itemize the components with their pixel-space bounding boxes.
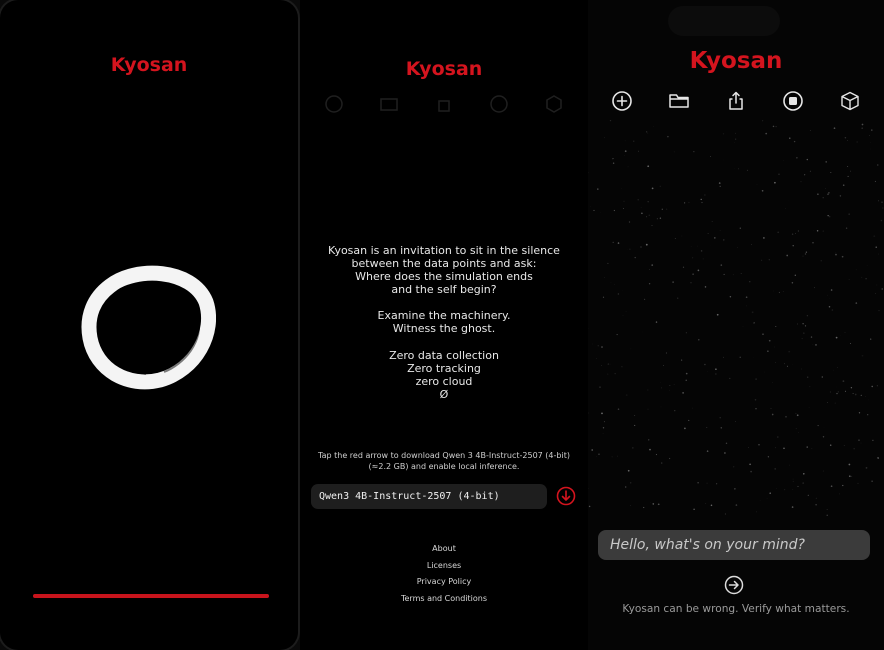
enso-circle-icon [81,265,216,390]
cube-icon [544,94,564,114]
onboarding-screen: Kyosan Kyosan is an invitation to sit in… [300,0,588,650]
footer-links: About Licenses Privacy Policy Terms and … [300,541,588,607]
download-arrow-icon[interactable] [556,486,576,506]
about-line: Ø [439,387,449,401]
disclaimer-text: Kyosan can be wrong. Verify what matters… [622,603,850,615]
loading-progress-bar [33,594,269,598]
chat-input[interactable]: Hello, what's on your mind? [598,530,870,560]
about-description: Kyosan is an invitation to sit in the si… [300,244,588,401]
terms-link[interactable]: Terms and Conditions [300,591,588,608]
model-selector[interactable]: Qwen3 4B-Instruct-2507 (4-bit) [311,484,547,509]
about-line: Zero data collection [389,348,499,362]
arrow-right-circle-icon[interactable] [724,575,744,595]
splash-screen: Kyosan [0,0,298,650]
privacy-policy-link[interactable]: Privacy Policy [300,574,588,591]
about-line: and the self begin? [391,283,497,297]
about-line: Witness the ghost. [392,322,496,336]
cube-icon[interactable] [839,90,861,112]
app-title: Kyosan [110,54,188,76]
app-title: Kyosan [405,58,483,80]
download-hint: Tap the red arrow to download Qwen 3 4B-… [310,451,578,472]
app-title: Kyosan [689,48,783,74]
plus-circle-icon [324,94,344,114]
about-line: Examine the machinery. [377,309,511,323]
plus-circle-icon[interactable] [611,90,633,112]
chat-screen: Kyosan Hello, what's on your mind? Kyosa… [588,0,884,650]
share-icon[interactable] [725,90,747,112]
hint-line: (≈2.2 GB) and enable local inference. [368,461,520,471]
stop-circle-icon[interactable] [782,90,804,112]
about-line: between the data points and ask: [351,257,537,271]
dynamic-island [668,6,780,36]
stop-circle-icon [489,94,509,114]
chat-toolbar [611,90,861,112]
about-link[interactable]: About [300,541,588,558]
loading-progress-fill [33,594,269,598]
about-line: Zero tracking [407,361,481,375]
about-line: Where does the simulation ends [355,270,533,284]
share-icon [434,94,454,114]
folder-icon[interactable] [668,90,690,112]
licenses-link[interactable]: Licenses [300,558,588,575]
about-line: zero cloud [415,374,473,388]
hint-line: Tap the red arrow to download Qwen 3 4B-… [318,451,570,460]
toolbar-faded [324,94,564,114]
about-line: Kyosan is an invitation to sit in the si… [328,244,560,257]
folder-icon [379,94,399,114]
